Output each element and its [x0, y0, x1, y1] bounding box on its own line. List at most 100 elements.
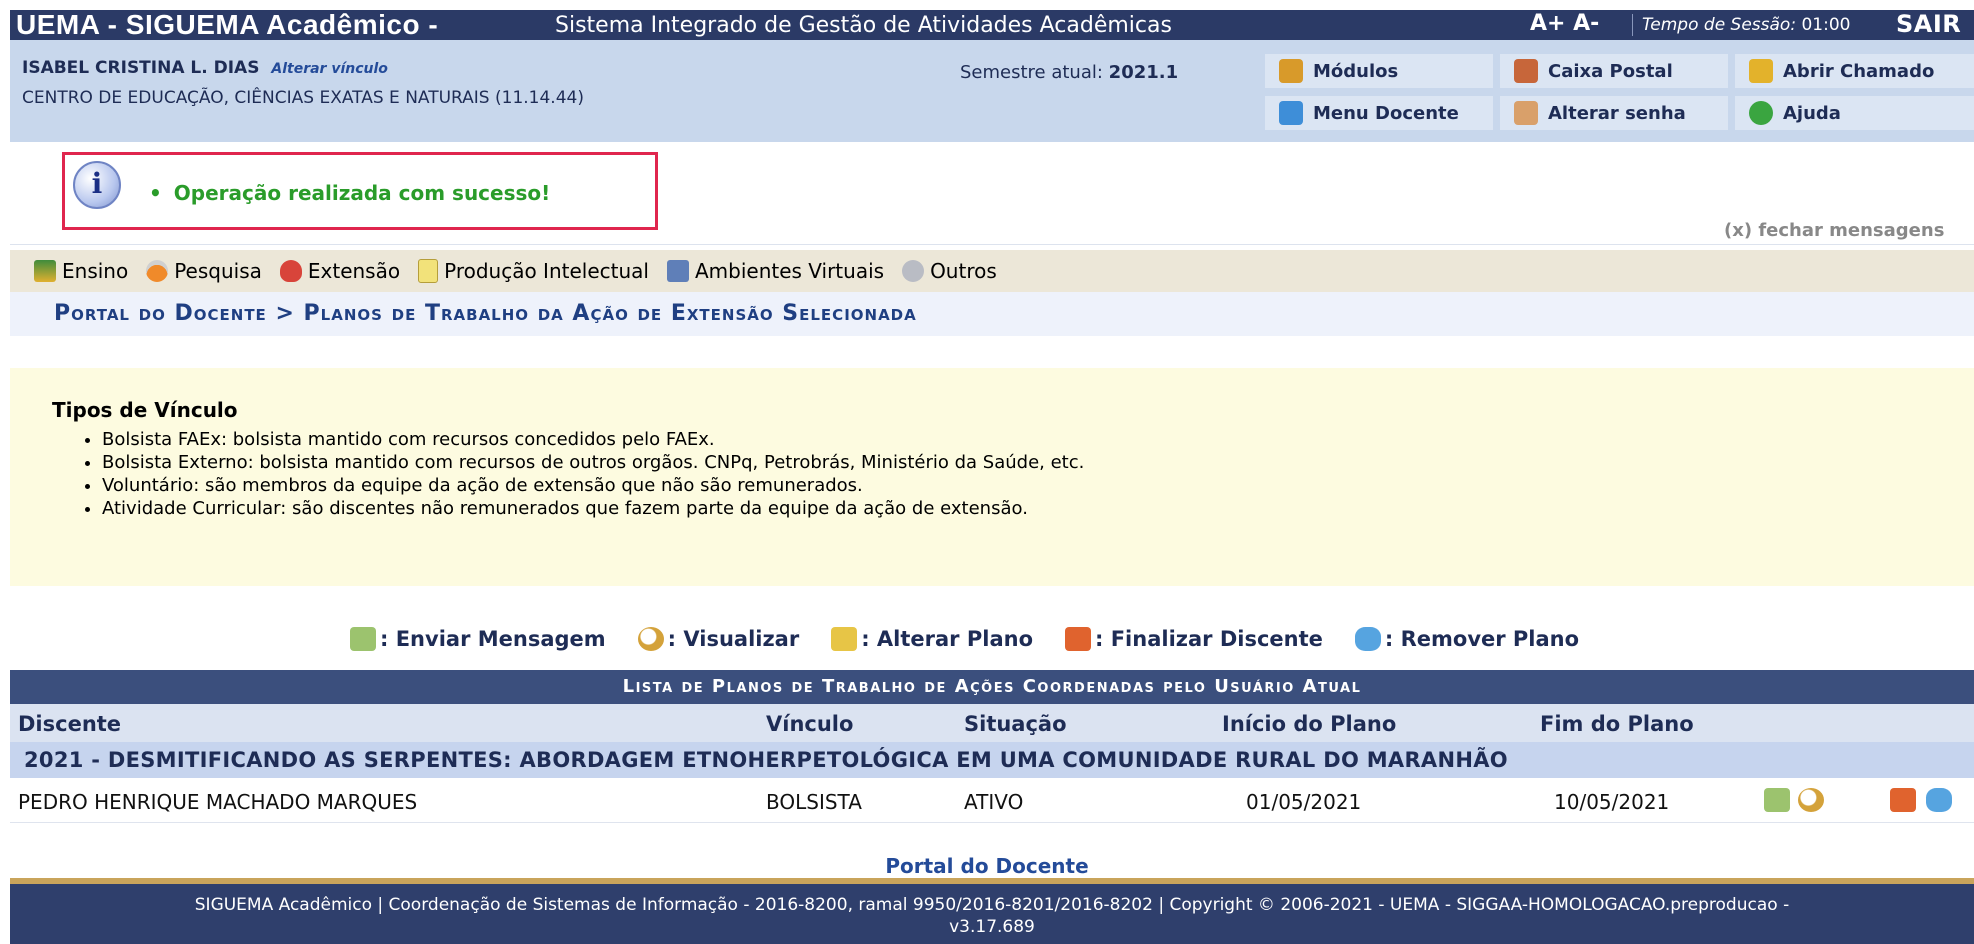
- user-info-bar: ISABEL CRISTINA L. DIAS Alterar vínculo …: [10, 40, 1974, 142]
- page-title: Portal do Docente > Planos de Trabalho d…: [54, 301, 917, 326]
- success-message: Operação realizada com sucesso!: [149, 181, 550, 205]
- quick-link-label: Ajuda: [1783, 102, 1841, 124]
- font-size-controls[interactable]: A+ A-: [1530, 10, 1599, 38]
- footer-version: v3.17.689: [949, 917, 1035, 937]
- menu-item-label: Pesquisa: [174, 259, 262, 283]
- breadcrumb: Portal do Docente > Planos de Trabalho d…: [10, 292, 1974, 336]
- table-header: Discente Vínculo Situação Início do Plan…: [10, 704, 1974, 742]
- group-title: 2021 - DESMITIFICANDO AS SERPENTES: ABOR…: [24, 748, 1508, 772]
- flask-icon: [146, 260, 169, 282]
- menu-item-label: Outros: [930, 259, 997, 283]
- column-header: Discente: [18, 712, 122, 736]
- menu-item-label: Ensino: [62, 259, 129, 283]
- legend-label: : Remover Plano: [1384, 627, 1580, 651]
- quick-link-label: Alterar senha: [1548, 102, 1686, 124]
- menu-docente-icon: [1279, 101, 1303, 125]
- menu-item-label: Produção Intelectual: [444, 259, 649, 283]
- menu-pesquisa[interactable]: Pesquisa: [146, 259, 262, 283]
- legend-label: : Finalizar Discente: [1095, 627, 1323, 651]
- main-menu: Ensino Pesquisa Extensão Produção Intele…: [10, 250, 1974, 292]
- people-icon: [666, 260, 689, 282]
- semester-value: 2021.1: [1108, 62, 1179, 83]
- app-subtitle: Sistema Integrado de Gestão de Atividade…: [555, 13, 1172, 38]
- user-name: ISABEL CRISTINA L. DIAS: [22, 58, 260, 78]
- legend-label: : Visualizar: [667, 627, 800, 651]
- books-icon: [34, 260, 56, 282]
- password-icon: [1514, 101, 1538, 125]
- list-item: Atividade Curricular: são discentes não …: [102, 497, 1084, 520]
- session-timer: Tempo de Sessão: 01:00: [1642, 14, 1850, 36]
- quick-link-caixa-postal[interactable]: Caixa Postal: [1500, 54, 1728, 88]
- cell-discente: PEDRO HENRIQUE MACHADO MARQUES: [18, 790, 418, 814]
- help-icon: [1749, 101, 1773, 125]
- divider: [10, 244, 1974, 245]
- list-item: Bolsista Externo: bolsista mantido com r…: [102, 451, 1084, 474]
- legend-item: : Enviar Mensagem: [350, 627, 606, 651]
- portal-docente-link[interactable]: Portal do Docente: [0, 854, 1974, 878]
- session-label: Tempo de Sessão:: [1642, 15, 1797, 35]
- quick-link-label: Menu Docente: [1313, 102, 1459, 124]
- table-caption: Lista de Planos de Trabalho de Ações Coo…: [10, 670, 1974, 704]
- remove-plan-icon: [1354, 627, 1381, 651]
- list-item: Bolsista FAEx: bolsista mantido com recu…: [102, 428, 1084, 451]
- edit-plan-icon: [831, 627, 858, 651]
- footer: SIGUEMA Acadêmico | Coordenação de Siste…: [10, 878, 1974, 944]
- mailbox-icon: [1514, 59, 1538, 83]
- table-group-row: 2021 - DESMITIFICANDO AS SERPENTES: ABOR…: [10, 742, 1974, 778]
- others-icon: [902, 260, 925, 282]
- semester-label: Semestre atual:: [960, 62, 1103, 83]
- footer-text: SIGUEMA Acadêmico | Coordenação de Siste…: [194, 895, 1790, 915]
- send-message-icon: [350, 627, 376, 651]
- finish-student-icon[interactable]: [1890, 788, 1916, 812]
- cell-situacao: ATIVO: [964, 790, 1024, 814]
- magnifier-icon: [637, 627, 664, 651]
- menu-extensao[interactable]: Extensão: [279, 259, 401, 283]
- cell-inicio: 01/05/2021: [1246, 790, 1362, 814]
- magnifier-icon[interactable]: [1798, 788, 1824, 812]
- menu-ambientes-virtuais[interactable]: Ambientes Virtuais: [666, 259, 885, 283]
- send-message-icon[interactable]: [1764, 788, 1790, 812]
- legend-item: : Alterar Plano: [831, 627, 1033, 651]
- column-header: Situação: [964, 712, 1067, 736]
- quick-link-modulos[interactable]: Módulos: [1265, 54, 1493, 88]
- user-name-line: ISABEL CRISTINA L. DIAS Alterar vínculo: [22, 58, 388, 78]
- legend-item: : Visualizar: [637, 627, 800, 651]
- finish-student-icon: [1065, 627, 1091, 651]
- close-messages-link[interactable]: (x) fechar mensagens: [1724, 220, 1944, 241]
- cell-vinculo: BOLSISTA: [766, 790, 862, 814]
- heart-icon: [279, 260, 302, 282]
- success-message-box: i Operação realizada com sucesso!: [62, 152, 658, 230]
- quick-link-label: Módulos: [1313, 60, 1399, 82]
- top-bar: UEMA - SIGUEMA Acadêmico - Sistema Integ…: [10, 10, 1974, 40]
- legend-item: : Remover Plano: [1354, 627, 1580, 651]
- user-department: CENTRO DE EDUCAÇÃO, CIÊNCIAS EXATAS E NA…: [22, 88, 584, 108]
- app-title: UEMA - SIGUEMA Acadêmico -: [16, 9, 439, 40]
- info-heading: Tipos de Vínculo: [52, 398, 238, 422]
- legend-item: : Finalizar Discente: [1065, 627, 1323, 651]
- legend-label: : Alterar Plano: [861, 627, 1033, 651]
- quick-link-label: Abrir Chamado: [1783, 60, 1935, 82]
- menu-outros[interactable]: Outros: [902, 259, 997, 283]
- table-row: PEDRO HENRIQUE MACHADO MARQUES BOLSISTA …: [10, 778, 1974, 823]
- menu-item-label: Extensão: [307, 259, 401, 283]
- quick-link-alterar-senha[interactable]: Alterar senha: [1500, 96, 1728, 130]
- info-icon: i: [73, 161, 121, 209]
- quick-link-ajuda[interactable]: Ajuda: [1735, 96, 1974, 130]
- menu-producao-intelectual[interactable]: Produção Intelectual: [418, 259, 649, 283]
- list-item: Voluntário: são membros da equipe da açã…: [102, 474, 1084, 497]
- document-icon: [418, 259, 439, 283]
- divider: [1632, 14, 1633, 36]
- info-panel: Tipos de Vínculo Bolsista FAEx: bolsista…: [10, 368, 1974, 586]
- menu-item-label: Ambientes Virtuais: [694, 259, 885, 283]
- logout-button[interactable]: SAIR: [1896, 10, 1961, 38]
- quick-link-abrir-chamado[interactable]: Abrir Chamado: [1735, 54, 1974, 88]
- current-semester: Semestre atual: 2021.1: [960, 62, 1178, 83]
- menu-ensino[interactable]: Ensino: [34, 259, 128, 283]
- change-link-link[interactable]: Alterar vínculo: [271, 61, 388, 77]
- session-time: 01:00: [1801, 15, 1851, 35]
- modules-icon: [1279, 59, 1303, 83]
- remove-plan-icon[interactable]: [1926, 788, 1952, 812]
- legend-label: : Enviar Mensagem: [380, 627, 606, 651]
- quick-link-label: Caixa Postal: [1548, 60, 1673, 82]
- quick-link-menu-docente[interactable]: Menu Docente: [1265, 96, 1493, 130]
